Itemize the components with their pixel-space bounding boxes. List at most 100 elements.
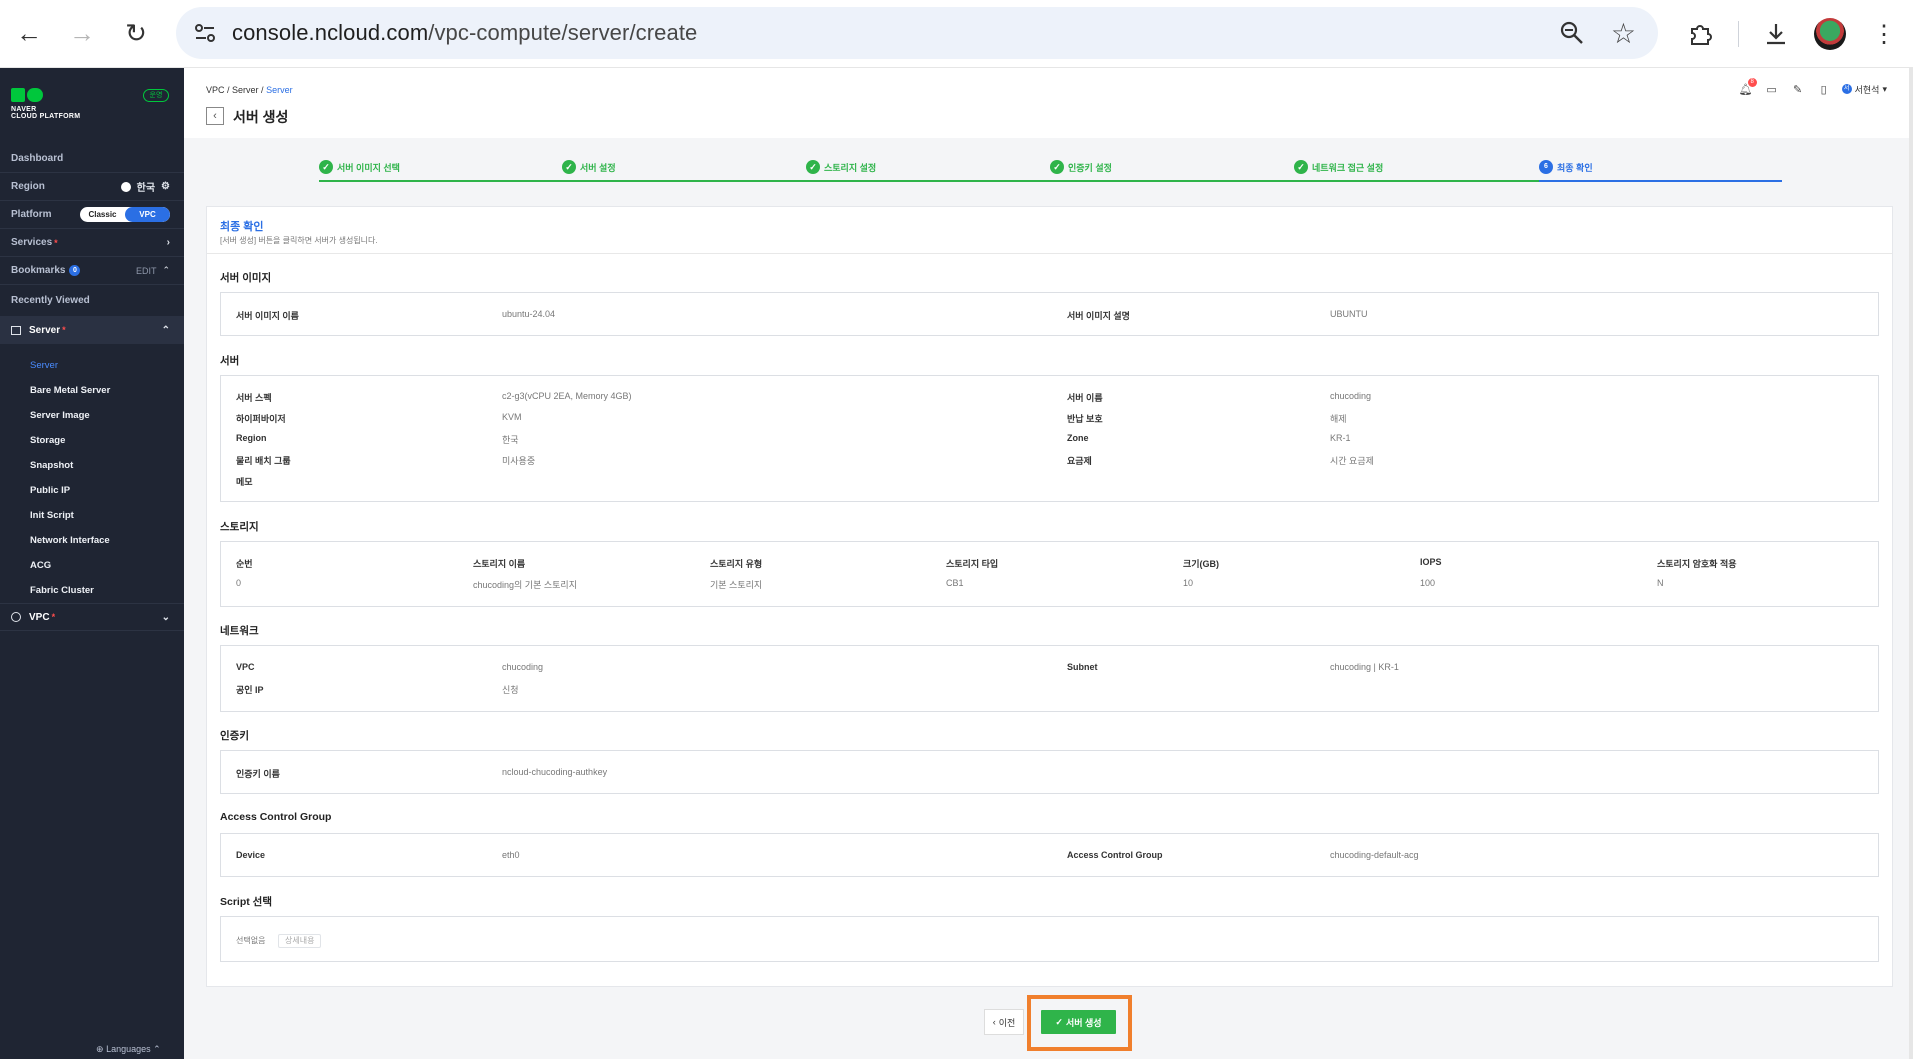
sidebar-item-acg[interactable]: ACG [30, 560, 51, 571]
notification-bell-icon[interactable]: 🔔︎ 8 [1738, 78, 1757, 96]
breadcrumb-server[interactable]: Server [232, 85, 259, 95]
panel-heading: 최종 확인 [220, 221, 264, 233]
back-arrow-icon[interactable]: ← [10, 14, 48, 52]
breadcrumb-current[interactable]: Server [266, 85, 293, 95]
storage-cell-kind: 기본 스토리지 [710, 580, 763, 590]
back-button[interactable]: ‹ [206, 107, 224, 125]
dashboard-label: Dashboard [11, 153, 64, 164]
script-detail-button[interactable]: 상세내용 [278, 934, 322, 948]
server-image-name-value: ubuntu-24.04 [502, 309, 556, 319]
breadcrumb-vpc[interactable]: VPC [206, 85, 225, 95]
sidebar-item-fabric-cluster[interactable]: Fabric Cluster [30, 585, 94, 596]
network-box: VPC chucoding Subnet chucoding | KR-1 공인… [220, 645, 1879, 712]
download-icon[interactable] [1758, 14, 1794, 54]
sidebar-item-snapshot[interactable]: Snapshot [30, 460, 73, 471]
platform-vpc[interactable]: VPC [125, 207, 170, 222]
page-header: VPC / Server / Server ‹ 서버 생성 🔔︎ 8 ▭ ✎ ▯ … [184, 68, 1913, 138]
chevron-up-icon[interactable]: ⌃ [162, 325, 170, 336]
bookmarks-count: 0 [69, 265, 81, 276]
storage-header-name: 스토리지 이름 [473, 559, 526, 569]
sidebar-item-init-script[interactable]: Init Script [30, 510, 74, 521]
server-image-desc-value: UBUNTU [1330, 309, 1368, 319]
sidebar-item-bare-metal-server[interactable]: Bare Metal Server [30, 385, 110, 396]
ncloud-logo[interactable]: NAVER CLOUD PLATFORM [11, 88, 80, 120]
sidebar-server-group[interactable]: Server * ⌃ [0, 316, 184, 344]
region-label: Region [236, 433, 267, 443]
step-4: ✓ 인증키 설정 [1050, 160, 1112, 174]
edit-note-icon[interactable]: ✎ [1790, 82, 1806, 96]
server-box: 서버 스펙 c2-g3(vCPU 2EA, Memory 4GB) 서버 이름 … [220, 375, 1879, 502]
bookmark-star-icon[interactable]: ☆ [1611, 17, 1636, 50]
sidebar-bookmarks[interactable]: Bookmarks 0 EDIT ⌃ [0, 257, 184, 285]
url-text: console.ncloud.com/vpc-compute/server/cr… [232, 20, 697, 46]
bookmarks-edit[interactable]: EDIT [136, 266, 157, 276]
sidebar-services[interactable]: Services * › [0, 229, 184, 257]
reload-icon[interactable]: ↻ [117, 14, 155, 52]
extensions-icon[interactable] [1682, 14, 1718, 54]
zone-value: KR-1 [1330, 433, 1351, 443]
sidebar-recently-viewed: Recently Viewed [0, 286, 184, 314]
check-icon: ✓ [1294, 160, 1308, 174]
sidebar-item-server-image[interactable]: Server Image [30, 410, 90, 421]
sidebar-region[interactable]: Region 한국 ⚙ [0, 173, 184, 201]
sidebar-vpc-group[interactable]: VPC * ⌄ [0, 603, 184, 631]
sidebar-item-storage[interactable]: Storage [30, 435, 65, 446]
platform-classic[interactable]: Classic [80, 207, 125, 222]
region-value: 한국 [502, 435, 519, 445]
main-content: VPC / Server / Server ‹ 서버 생성 🔔︎ 8 ▭ ✎ ▯ … [184, 68, 1913, 1059]
languages-menu[interactable]: ⊕ Languages ⌃ [96, 1044, 161, 1055]
acg-value: chucoding-default-acg [1330, 850, 1419, 860]
sidebar: NAVER CLOUD PLATFORM 운영 Dashboard Region… [0, 68, 184, 1059]
sidebar-item-network-interface[interactable]: Network Interface [30, 535, 110, 546]
languages-label: Languages [106, 1044, 151, 1054]
public-ip-value: 신청 [502, 685, 519, 695]
bookmarks-label: Bookmarks [11, 265, 66, 276]
script-box: 선택없음 상세내용 [220, 916, 1879, 962]
sidebar-dashboard[interactable]: Dashboard [0, 145, 184, 173]
platform-label: Platform [11, 209, 52, 220]
section-acg-title: Access Control Group [220, 811, 332, 823]
book-icon[interactable]: ▯ [1816, 82, 1832, 96]
page-scrollbar[interactable] [1909, 68, 1913, 1059]
authkey-label: 인증키 이름 [236, 769, 280, 779]
vpc-icon [11, 612, 21, 622]
site-info-icon[interactable] [192, 20, 218, 46]
chevron-down-icon[interactable]: ⌄ [162, 612, 170, 623]
sidebar-item-public-ip[interactable]: Public IP [30, 485, 70, 496]
forward-arrow-icon[interactable]: → [63, 14, 101, 52]
url-host: console.ncloud.com [232, 20, 429, 45]
hypervisor-label: 하이퍼바이저 [236, 414, 286, 424]
step-6-number: 6 [1539, 160, 1553, 174]
check-icon: ✓ [1050, 160, 1064, 174]
section-server-title: 서버 [220, 355, 240, 367]
step-6: 6 최종 확인 [1539, 160, 1593, 174]
section-authkey-title: 인증키 [220, 730, 249, 742]
caret-down-icon: ▾ [1882, 83, 1887, 94]
section-script-title: Script 선택 [220, 896, 272, 908]
previous-button[interactable]: ‹ 이전 [984, 1009, 1024, 1035]
storage-header-index: 순번 [236, 559, 253, 569]
header-actions: 🔔︎ 8 ▭ ✎ ▯ 서 서현석 ▾ [1738, 78, 1887, 96]
step-2: ✓ 서버 설정 [562, 160, 616, 174]
message-icon[interactable]: ▭ [1764, 82, 1780, 96]
memo-label: 메모 [236, 477, 253, 487]
address-bar[interactable]: console.ncloud.com/vpc-compute/server/cr… [176, 7, 1658, 59]
storage-cell-name: chucoding의 기본 스토리지 [473, 580, 577, 590]
subnet-label: Subnet [1067, 662, 1098, 672]
profile-avatar[interactable] [1812, 14, 1848, 54]
region-gear-icon[interactable]: ⚙ [161, 181, 170, 192]
zoom-icon[interactable] [1558, 19, 1586, 47]
browser-toolbar: ← → ↻ console.ncloud.com/vpc-compute/ser… [0, 0, 1913, 68]
chevron-up-icon[interactable]: ⌃ [162, 265, 170, 276]
environment-badge: 운영 [143, 89, 169, 102]
device-value: eth0 [502, 850, 520, 860]
sidebar-item-server[interactable]: Server [30, 360, 58, 371]
storage-cell-encryption: N [1657, 578, 1664, 588]
browser-menu-icon[interactable]: ⋮ [1866, 14, 1902, 54]
storage-cell-size: 10 [1183, 578, 1194, 588]
return-protection-value: 해제 [1330, 414, 1347, 424]
storage-cell-type: CB1 [946, 578, 964, 588]
user-menu[interactable]: 서 서현석 ▾ [1841, 83, 1887, 96]
script-selection-label: 선택없음 [236, 936, 266, 945]
platform-toggle[interactable]: Classic VPC [80, 207, 170, 222]
